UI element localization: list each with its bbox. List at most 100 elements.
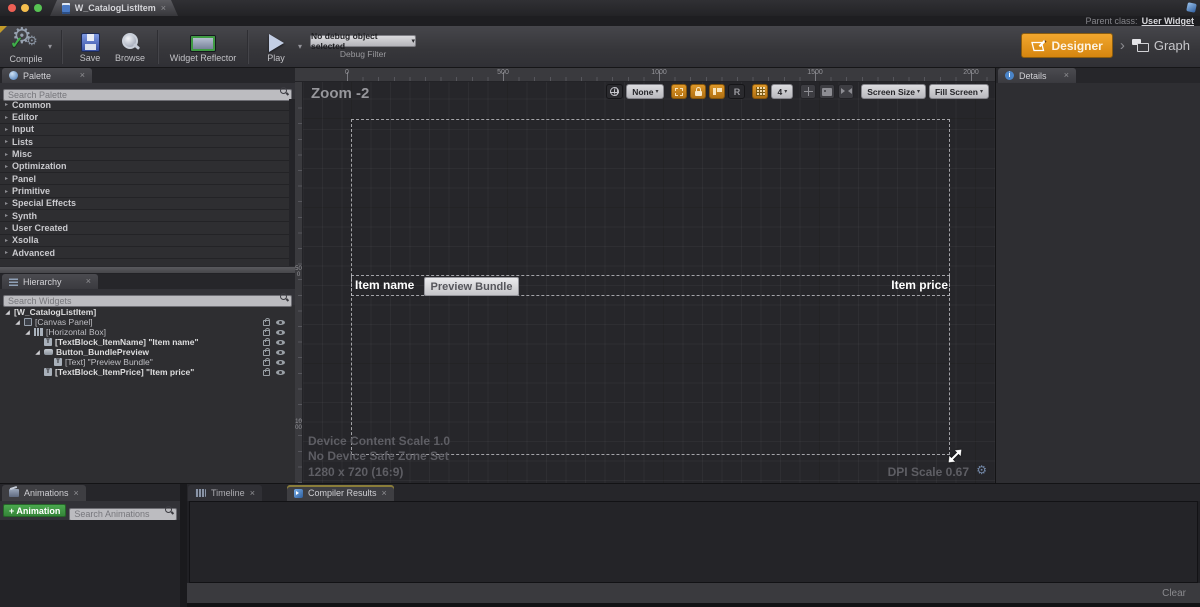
expander-icon[interactable]: ◢ [14, 319, 21, 326]
hierarchy-search-input[interactable] [3, 295, 292, 307]
widget-blueprint-icon [62, 3, 70, 14]
asset-tab[interactable]: W_CatalogListItem × [50, 0, 178, 16]
close-tab-icon[interactable]: × [161, 4, 166, 13]
culture-dropdown[interactable]: None ▾ [626, 84, 664, 99]
close-icon[interactable]: × [80, 71, 85, 80]
show-outlines-toggle[interactable] [671, 84, 687, 99]
dock-splitter[interactable] [180, 484, 187, 607]
tab-details[interactable]: i Details × [998, 68, 1076, 83]
add-animation-button[interactable]: + Animation [3, 504, 66, 517]
palette-category-user-created[interactable]: ▸User Created [0, 222, 289, 234]
close-window-button[interactable] [8, 4, 16, 12]
close-icon[interactable]: × [382, 489, 387, 498]
layout-mode-toggle[interactable] [709, 84, 725, 99]
palette-panel: Palette × ▸Common ▸Editor ▸Input ▸Lists … [0, 68, 295, 266]
visibility-eye-icon[interactable] [276, 360, 285, 365]
widget-item-name-text[interactable]: Item name [355, 278, 414, 292]
palette-category-list: ▸Common ▸Editor ▸Input ▸Lists ▸Misc ▸Opt… [0, 99, 289, 259]
save-label: Save [80, 53, 101, 63]
minimize-window-button[interactable] [21, 4, 29, 12]
asset-tab-title: W_CatalogListItem [75, 3, 156, 13]
palette-category-panel[interactable]: ▸Panel [0, 173, 289, 185]
compiler-results-log[interactable] [189, 501, 1198, 583]
compile-button[interactable]: ⚙ ⚙ ✓ Compile [6, 27, 46, 67]
lock-icon[interactable] [263, 350, 270, 356]
collapsed-arrow-icon: ▸ [5, 237, 8, 244]
lock-icon[interactable] [263, 340, 270, 346]
tree-row-textblock-itemname[interactable]: T [TextBlock_ItemName] "Item name" [0, 337, 295, 347]
play-button[interactable]: Play [256, 27, 296, 67]
widget-preview-bundle-button[interactable]: Preview Bundle [424, 277, 519, 296]
designer-mode-button[interactable]: Designer [1021, 33, 1113, 58]
tab-hierarchy[interactable]: Hierarchy × [2, 274, 98, 289]
visibility-eye-icon[interactable] [276, 330, 285, 335]
collapsed-arrow-icon: ▸ [5, 163, 8, 170]
palette-category-common[interactable]: ▸Common [0, 99, 289, 111]
palette-category-input[interactable]: ▸Input [0, 124, 289, 136]
close-icon[interactable]: × [250, 489, 255, 498]
lock-icon[interactable] [263, 320, 270, 326]
visibility-eye-icon[interactable] [276, 320, 285, 325]
visibility-eye-icon[interactable] [276, 350, 285, 355]
snap-size-dropdown[interactable]: 4 ▾ [771, 84, 793, 99]
editor-mode-switcher: Designer › Graph [1021, 33, 1191, 58]
dpi-settings-gear-icon[interactable]: ⚙ [976, 463, 987, 477]
grid-snapping-toggle[interactable] [752, 84, 768, 99]
palette-category-editor[interactable]: ▸Editor [0, 111, 289, 123]
save-button[interactable]: Save [70, 27, 110, 67]
flip-preview-button[interactable] [838, 84, 854, 99]
screen-size-dropdown[interactable]: Screen Size ▾ [861, 84, 926, 99]
close-icon[interactable]: × [1064, 71, 1069, 80]
tree-row-root[interactable]: ◢ [W_CatalogListItem] [0, 307, 295, 317]
palette-category-primitive[interactable]: ▸Primitive [0, 185, 289, 197]
animations-search-input[interactable] [69, 508, 177, 521]
localization-preview-button[interactable] [606, 84, 623, 99]
tab-timeline[interactable]: Timeline × [188, 485, 262, 501]
close-icon[interactable]: × [74, 489, 79, 498]
lock-icon[interactable] [263, 330, 270, 336]
tree-row-canvas-panel[interactable]: ◢ [Canvas Panel] [0, 317, 295, 327]
visibility-eye-icon[interactable] [276, 340, 285, 345]
lock-icon[interactable] [263, 360, 270, 366]
palette-category-synth[interactable]: ▸Synth [0, 210, 289, 222]
compile-options-caret-icon[interactable]: ▾ [48, 42, 52, 51]
compiler-results-footer: Clear [187, 583, 1200, 603]
widget-item-price-text[interactable]: Item price [891, 278, 948, 292]
toolbar-separator [157, 30, 159, 64]
lock-icon[interactable] [263, 370, 270, 376]
debug-object-dropdown[interactable]: No debug object selected ▾ [310, 35, 416, 47]
panel-splitter[interactable] [0, 266, 295, 274]
design-viewport[interactable]: Zoom -2 None ▾ R 4 ▾ [303, 82, 995, 483]
palette-category-optimization[interactable]: ▸Optimization [0, 161, 289, 173]
tree-row-textblock-itemprice[interactable]: T [TextBlock_ItemPrice] "Item price" [0, 367, 295, 377]
clear-log-button[interactable]: Clear [1162, 588, 1186, 599]
tree-row-text-preview-bundle[interactable]: T [Text] "Preview Bundle" [0, 357, 295, 367]
parent-class-link[interactable]: User Widget [1142, 16, 1194, 26]
palette-category-misc[interactable]: ▸Misc [0, 148, 289, 160]
visibility-eye-icon[interactable] [276, 370, 285, 375]
respect-locks-toggle[interactable] [690, 84, 706, 99]
preview-background-button[interactable] [819, 84, 835, 99]
toolbar-separator [61, 30, 63, 64]
tree-row-horizontal-box[interactable]: ◢ [Horizontal Box] [0, 327, 295, 337]
tree-row-button-bundlepreview[interactable]: ◢ Button_BundlePreview [0, 347, 295, 357]
close-icon[interactable]: × [86, 277, 91, 286]
play-options-caret-icon[interactable]: ▾ [298, 42, 302, 51]
fill-screen-dropdown[interactable]: Fill Screen ▾ [929, 84, 989, 99]
palette-category-xsolla[interactable]: ▸Xsolla [0, 235, 289, 247]
widget-reflector-button[interactable]: Widget Reflector [166, 27, 240, 67]
maximize-window-button[interactable] [34, 4, 42, 12]
rotation-mode-button[interactable]: R [728, 84, 745, 99]
graph-mode-button[interactable]: Graph [1132, 38, 1190, 53]
expander-icon[interactable]: ◢ [34, 349, 41, 356]
palette-category-lists[interactable]: ▸Lists [0, 136, 289, 148]
palette-category-special-effects[interactable]: ▸Special Effects [0, 198, 289, 210]
palette-category-advanced[interactable]: ▸Advanced [0, 247, 289, 259]
tab-palette[interactable]: Palette × [2, 68, 92, 83]
expander-icon[interactable]: ◢ [4, 309, 11, 316]
tab-compiler-results[interactable]: Compiler Results × [287, 485, 394, 501]
tab-animations[interactable]: Animations × [2, 485, 86, 501]
transform-mode-button[interactable] [800, 84, 816, 99]
expander-icon[interactable]: ◢ [24, 329, 31, 336]
browse-button[interactable]: Browse [110, 27, 150, 67]
